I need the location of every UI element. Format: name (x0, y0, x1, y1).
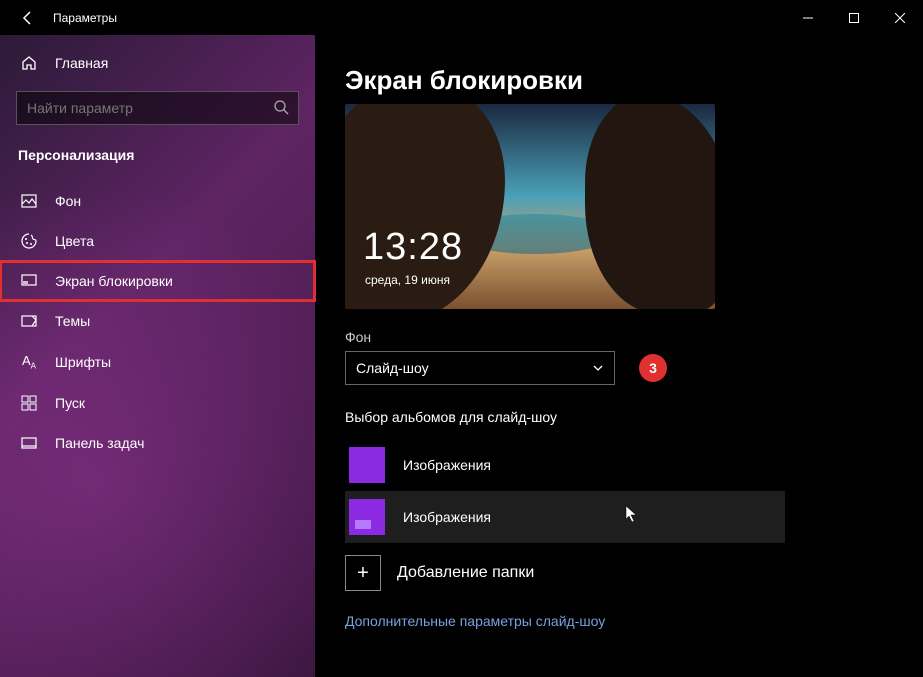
album-thumb (349, 499, 385, 535)
sidebar-item-themes[interactable]: Темы (0, 301, 315, 341)
lockscreen-icon (18, 273, 40, 289)
add-folder-label: Добавление папки (397, 564, 534, 582)
albums-label: Выбор альбомов для слайд-шоу (345, 409, 893, 425)
album-thumb (349, 447, 385, 483)
chevron-down-icon (592, 362, 604, 374)
picture-icon (18, 193, 40, 209)
cursor-icon (625, 505, 639, 523)
themes-icon (18, 313, 40, 329)
lockscreen-preview: 13:28 среда, 19 июня (345, 104, 715, 309)
annotation-badge: 3 (639, 354, 667, 382)
sidebar-item-taskbar[interactable]: Панель задач (0, 423, 315, 463)
sidebar-item-label: Темы (55, 313, 90, 329)
preview-time: 13:28 (363, 226, 463, 269)
add-folder-button[interactable]: + Добавление папки (345, 555, 893, 591)
sidebar-item-label: Панель задач (55, 435, 144, 451)
start-icon (18, 395, 40, 411)
back-button[interactable] (18, 8, 38, 28)
sidebar-item-background[interactable]: Фон (0, 181, 315, 221)
sidebar-item-fonts[interactable]: AA Шрифты (0, 341, 315, 383)
background-label: Фон (345, 329, 893, 345)
window-title: Параметры (53, 11, 117, 25)
sidebar-item-lockscreen[interactable]: Экран блокировки (0, 261, 315, 301)
sidebar-item-label: Цвета (55, 233, 94, 249)
main-content: Экран блокировки 13:28 среда, 19 июня Фо… (315, 35, 923, 677)
sidebar-item-label: Шрифты (55, 354, 111, 370)
minimize-button[interactable] (785, 0, 831, 35)
search-icon (273, 99, 289, 115)
home-label: Главная (55, 55, 108, 71)
sidebar-item-label: Экран блокировки (55, 273, 173, 289)
taskbar-icon (18, 435, 40, 451)
maximize-button[interactable] (831, 0, 877, 35)
close-button[interactable] (877, 0, 923, 35)
album-label: Изображения (403, 457, 491, 473)
sidebar-item-start[interactable]: Пуск (0, 383, 315, 423)
plus-icon: + (345, 555, 381, 591)
palette-icon (18, 233, 40, 249)
background-select[interactable]: Слайд-шоу (345, 351, 615, 385)
sidebar-item-label: Фон (55, 193, 81, 209)
home-button[interactable]: Главная (0, 45, 315, 81)
sidebar-item-label: Пуск (55, 395, 85, 411)
sidebar-item-colors[interactable]: Цвета (0, 221, 315, 261)
background-value: Слайд-шоу (356, 360, 429, 376)
more-options-link[interactable]: Дополнительные параметры слайд-шоу (345, 613, 605, 629)
search-input[interactable] (16, 91, 299, 125)
sidebar: Главная Персонализация Фон Цвета Экран б… (0, 35, 315, 677)
page-title: Экран блокировки (345, 65, 893, 96)
album-item[interactable]: Изображения (345, 491, 785, 543)
fonts-icon: AA (18, 353, 40, 371)
album-label: Изображения (403, 509, 491, 525)
titlebar: Параметры (0, 0, 923, 35)
preview-date: среда, 19 июня (365, 273, 450, 287)
album-item[interactable]: Изображения (345, 439, 893, 491)
category-title: Персонализация (0, 139, 315, 181)
home-icon (18, 55, 40, 71)
